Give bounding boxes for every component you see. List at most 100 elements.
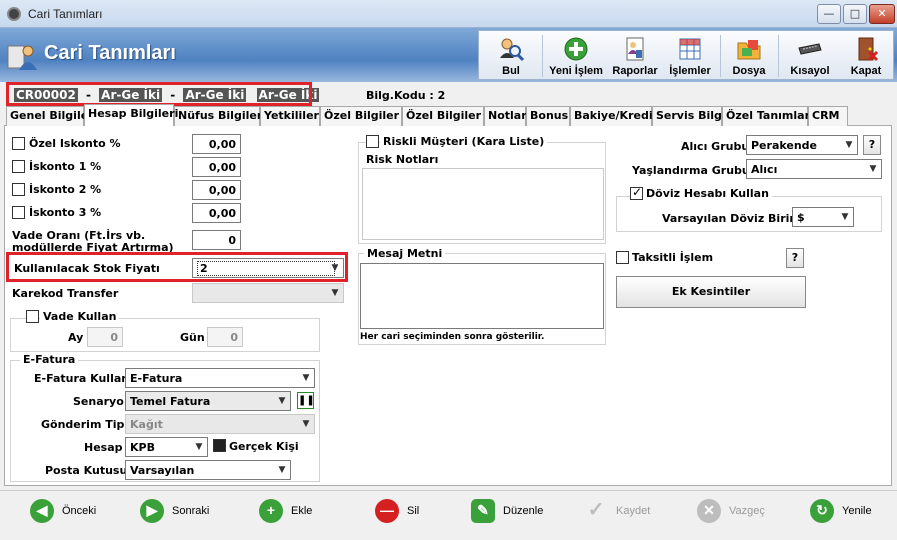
arrow-right-icon: ▶ bbox=[140, 499, 164, 523]
toolbar-yeni-islem-button[interactable]: Yeni İşlem bbox=[545, 31, 607, 81]
exit-door-icon bbox=[858, 37, 879, 62]
duzenle-label: Düzenle bbox=[503, 505, 544, 517]
posta-kutusu-label: Posta Kutusu bbox=[45, 464, 128, 477]
add-icon: + bbox=[259, 499, 283, 523]
mesaj-metni-textarea[interactable] bbox=[360, 263, 604, 329]
risk-notlari-textarea[interactable] bbox=[362, 168, 604, 240]
senaryo-detail-button[interactable]: ❚❚ bbox=[297, 392, 315, 409]
toolbar-islemler-button[interactable]: İşlemler bbox=[663, 31, 717, 81]
iskonto-1-input[interactable]: 0,00 bbox=[192, 157, 241, 177]
gun-label: Gün bbox=[180, 331, 205, 344]
doviz-birimi-select[interactable]: $ ▼ bbox=[792, 207, 854, 227]
iskonto-3-input[interactable]: 0,00 bbox=[192, 203, 241, 223]
toolbar-bul-button[interactable]: Bul bbox=[483, 31, 539, 81]
tab-notlar[interactable]: Notlar bbox=[484, 106, 527, 126]
senaryo-select[interactable]: Temel Fatura ▼ bbox=[125, 391, 291, 411]
hesap-value: KPB bbox=[130, 441, 155, 454]
delete-icon: — bbox=[375, 499, 399, 523]
tab-servis-bilg[interactable]: Servis Bilg. bbox=[652, 106, 726, 126]
toolbar-kisayol-button[interactable]: Kısayol bbox=[781, 31, 839, 81]
iskonto-1-checkbox[interactable] bbox=[12, 160, 25, 173]
tab-crm[interactable]: CRM bbox=[808, 106, 848, 126]
posta-kutusu-select[interactable]: Varsayılan ▼ bbox=[125, 460, 291, 480]
karekod-select[interactable]: ▼ bbox=[192, 283, 344, 303]
mesaj-metni-note: Her cari seçiminden sonra gösterilir. bbox=[360, 332, 545, 342]
onceki-button[interactable]: ◀ Önceki bbox=[30, 499, 120, 525]
ekle-label: Ekle bbox=[291, 505, 313, 517]
tab-bakiye-kredi[interactable]: Bakiye/Kredi bbox=[570, 106, 653, 126]
kaydet-button[interactable]: ✓ Kaydet bbox=[584, 499, 674, 525]
bottom-action-bar: ◀ Önceki ▶ Sonraki + Ekle — Sil ✎ Düzenl… bbox=[0, 490, 897, 532]
vade-kullan-checkbox[interactable] bbox=[26, 310, 39, 323]
arrow-left-icon: ◀ bbox=[30, 499, 54, 523]
alici-grubu-select[interactable]: Perakende ▼ bbox=[746, 135, 858, 155]
tab-ozel-bilgiler-2[interactable]: Özel Bilgiler 2 bbox=[402, 106, 493, 126]
taksitli-islem-label: Taksitli İşlem bbox=[632, 251, 714, 264]
gun-input[interactable]: 0 bbox=[207, 327, 243, 347]
sil-label: Sil bbox=[407, 505, 420, 517]
doviz-birimi-label: Varsayılan Döviz Birimi bbox=[662, 212, 805, 225]
vazgec-button[interactable]: ✕ Vazgeç bbox=[697, 499, 787, 525]
tab-ozel-tanimlar[interactable]: Özel Tanımlar bbox=[722, 106, 810, 126]
riskli-musteri-checkbox[interactable] bbox=[366, 135, 379, 148]
onceki-label: Önceki bbox=[62, 505, 97, 517]
toolbar-separator bbox=[778, 35, 779, 77]
yenile-label: Yenile bbox=[842, 505, 872, 517]
duzenle-button[interactable]: ✎ Düzenle bbox=[471, 499, 561, 525]
stok-fiyati-highlight bbox=[6, 252, 348, 282]
page-title: Cari Tanımları bbox=[44, 42, 176, 64]
gonderim-tipi-select[interactable]: Kağıt ▼ bbox=[125, 414, 315, 434]
pause-icon: ❚❚ bbox=[298, 395, 315, 406]
efatura-kullan-select[interactable]: E-Fatura ▼ bbox=[125, 368, 315, 388]
tab-ozel-bilgiler-1[interactable]: Özel Bilgiler 1 bbox=[320, 106, 411, 126]
bilg-kodu-label: Bilg.Kodu : 2 bbox=[366, 89, 446, 102]
ozel-iskonto-input[interactable]: 0,00 bbox=[192, 134, 241, 154]
sonraki-button[interactable]: ▶ Sonraki bbox=[140, 499, 230, 525]
close-button[interactable]: ✕ bbox=[869, 4, 895, 24]
yaslandirma-grubu-select[interactable]: Alıcı ▼ bbox=[746, 159, 882, 179]
doviz-hesabi-checkbox[interactable] bbox=[630, 185, 643, 200]
ozel-iskonto-checkbox[interactable] bbox=[12, 137, 25, 150]
toolbar-separator bbox=[542, 35, 543, 77]
checkmark-icon: ✓ bbox=[587, 499, 605, 521]
cancel-icon: ✕ bbox=[697, 499, 721, 523]
gercek-kisi-checkbox[interactable] bbox=[213, 439, 226, 452]
iskonto-2-input[interactable]: 0,00 bbox=[192, 180, 241, 200]
tab-hesap-bilgileri[interactable]: Hesap Bilgileri bbox=[84, 104, 178, 126]
ek-kesintiler-button[interactable]: Ek Kesintiler bbox=[616, 276, 806, 308]
vade-orani-input[interactable]: 0 bbox=[192, 230, 241, 250]
hesap-label: Hesap bbox=[84, 441, 123, 454]
tab-genel-bilgiler[interactable]: Genel Bilgiler bbox=[6, 106, 94, 126]
senaryo-value: Temel Fatura bbox=[130, 395, 211, 408]
minimize-button[interactable]: — bbox=[817, 4, 841, 24]
keyboard-icon bbox=[798, 43, 822, 55]
toolbar-dosya-button[interactable]: Dosya bbox=[723, 31, 775, 81]
riskli-musteri-label: Riskli Müşteri (Kara Liste) bbox=[380, 135, 548, 148]
efatura-kullan-value: E-Fatura bbox=[130, 372, 183, 385]
ay-input[interactable]: 0 bbox=[87, 327, 123, 347]
taksitli-help-button[interactable]: ? bbox=[786, 248, 804, 268]
yenile-button[interactable]: ↻ Yenile bbox=[810, 499, 890, 525]
alici-grubu-help-button[interactable]: ? bbox=[863, 135, 881, 155]
maximize-button[interactable]: □ bbox=[843, 4, 867, 24]
tab-nufus-bilgileri[interactable]: Nüfus Bilgileri bbox=[174, 106, 266, 126]
spreadsheet-icon bbox=[679, 38, 701, 60]
window-titlebar: Cari Tanımları — □ ✕ bbox=[0, 0, 897, 28]
caret-down-icon: ▼ bbox=[278, 465, 286, 475]
iskonto-3-checkbox[interactable] bbox=[12, 206, 25, 219]
taksitli-islem-checkbox[interactable] bbox=[616, 251, 629, 264]
vade-kullan-group bbox=[10, 318, 320, 352]
toolbar-raporlar-label: Raporlar bbox=[612, 65, 658, 77]
ekle-button[interactable]: + Ekle bbox=[259, 499, 339, 525]
toolbar-raporlar-button[interactable]: Raporlar bbox=[607, 31, 663, 81]
toolbar-dosya-label: Dosya bbox=[732, 65, 766, 77]
tab-bonus[interactable]: Bonus bbox=[526, 106, 570, 126]
doviz-hesabi-label: Döviz Hesabı Kullan bbox=[643, 187, 772, 200]
toolbar-islemler-label: İşlemler bbox=[669, 65, 711, 77]
kaydet-label: Kaydet bbox=[616, 505, 651, 517]
sil-button[interactable]: — Sil bbox=[375, 499, 445, 525]
toolbar-kapat-button[interactable]: Kapat bbox=[839, 31, 893, 81]
iskonto-2-checkbox[interactable] bbox=[12, 183, 25, 196]
tab-yetkililer[interactable]: Yetkililer bbox=[260, 106, 320, 126]
hesap-select[interactable]: KPB ▼ bbox=[125, 437, 208, 457]
